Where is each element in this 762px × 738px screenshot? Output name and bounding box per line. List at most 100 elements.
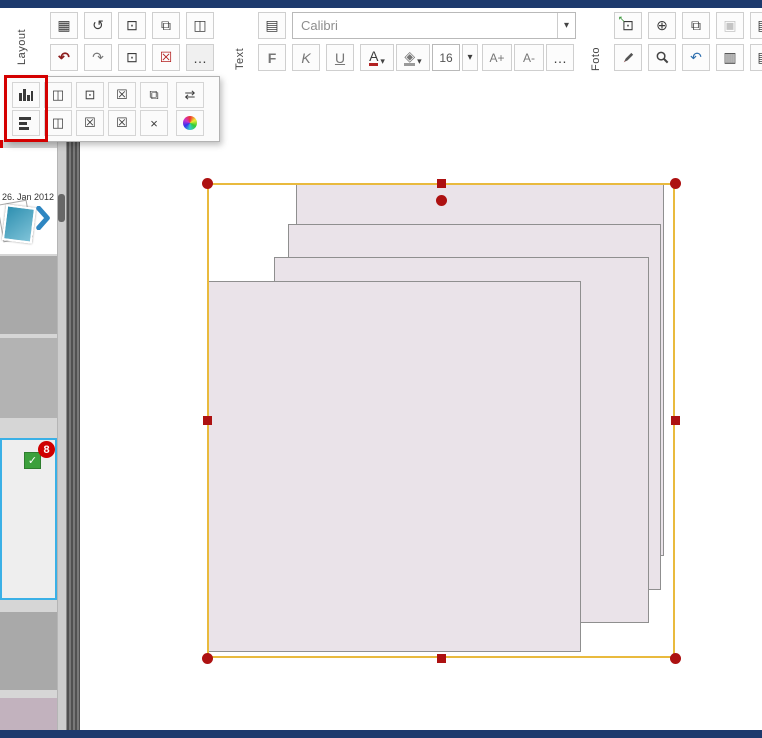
expand-chevron-button[interactable] [30, 200, 56, 236]
delete-boxed-icon: ☒ [116, 115, 128, 131]
grid-button[interactable]: ▦ [50, 12, 78, 39]
duplicate-pages-button[interactable]: ◫ [186, 12, 214, 39]
checkmark-badge: ✓ [24, 452, 41, 469]
photo-grid-icon: ▥ [723, 49, 736, 66]
color-wheel-icon [183, 116, 197, 130]
text-more-button[interactable]: … [546, 44, 574, 71]
page-thumbnail-selected[interactable]: 8 ✓ [0, 438, 57, 600]
bold-button[interactable]: F [258, 44, 286, 71]
sidebar-splitter[interactable] [66, 140, 80, 730]
crop-photo-button[interactable]: ▣ [716, 12, 744, 39]
copy-page-button[interactable]: ⊡ [118, 44, 146, 71]
flyout-insert-page-button[interactable]: ◫ [44, 82, 72, 108]
add-page-button[interactable]: ⧉ [152, 12, 180, 39]
clipped-button[interactable]: ▤ [750, 44, 762, 71]
photo-zoom-button[interactable] [648, 44, 676, 71]
pages-sidebar: 26. Jan 2012 8 ✓ [0, 140, 66, 730]
handle-top-center[interactable] [437, 179, 446, 188]
page-thumbnail[interactable] [0, 256, 57, 334]
titlebar [0, 0, 762, 8]
reset-layout-button[interactable]: ↺ [84, 12, 112, 39]
font-decrease-button[interactable]: A- [514, 44, 544, 71]
italic-button[interactable]: K [292, 44, 320, 71]
clipped-icon: ▤ [757, 17, 762, 34]
chevron-down-icon[interactable]: ▾ [557, 13, 575, 38]
flyout-pages-disabled-button: ⧉ [140, 82, 168, 108]
photo-undo-icon: ↶ [690, 49, 702, 66]
app-window: Layout ▦ ↺ ⊡ ⧉ ◫ ↶ ↷ ⊡ ☒ … Text ▤ Calibr… [0, 0, 762, 738]
more-icon: … [193, 50, 207, 66]
font-size-input[interactable]: 16 [432, 44, 460, 71]
font-increase-button[interactable]: A+ [482, 44, 512, 71]
link-photo-button[interactable]: ⊕ [648, 12, 676, 39]
photo-undo-button[interactable]: ↶ [682, 44, 710, 71]
link-icon: ⊕ [656, 17, 668, 34]
chevron-down-icon: ▾ [417, 56, 422, 70]
italic-label: K [301, 50, 310, 66]
handle-top-left[interactable] [202, 178, 213, 189]
chevron-right-icon [35, 206, 51, 230]
page-insert-icon: ⊡ [126, 17, 138, 34]
rotation-handle[interactable] [436, 195, 447, 206]
page-pair-icon: ⊡ [85, 87, 96, 103]
handle-bottom-right[interactable] [670, 653, 681, 664]
flyout-page-button[interactable]: ◫ [44, 110, 72, 136]
sidebar-scrollbar-thumb[interactable] [58, 194, 65, 222]
fill-color-button[interactable]: ◈ ▾ [396, 44, 430, 71]
layout-more-button[interactable]: … [186, 44, 214, 71]
text-group-label: Text [234, 42, 246, 76]
clipped-button[interactable]: ▤ [750, 12, 762, 39]
row-bars-icon [18, 115, 34, 131]
flyout-delete-boxed-button[interactable]: ☒ [108, 110, 136, 136]
page-copy-icon: ⊡ [126, 49, 138, 66]
export-photo-button[interactable]: ⊡ ↖ [614, 12, 642, 39]
delete-dark-icon: ☒ [116, 87, 128, 103]
undo-circle-icon: ↺ [92, 17, 104, 34]
flyout-page-pair-button[interactable]: ⊡ [76, 82, 104, 108]
copy-style-button[interactable]: ⧉ [682, 12, 710, 39]
font-size-dropdown-button[interactable]: ▾ [462, 44, 478, 71]
crop-icon: ▣ [723, 17, 736, 34]
page-thumbnail[interactable] [0, 698, 57, 730]
page-delete-icon: ☒ [160, 49, 173, 66]
font-color-button[interactable]: A ▾ [360, 44, 394, 71]
font-family-select[interactable]: Calibri ▾ [292, 12, 576, 39]
layout-group-label: Layout [16, 16, 28, 78]
chevron-down-icon: ▾ [467, 52, 472, 63]
undo-button[interactable]: ↶ [50, 44, 78, 71]
pencil-icon [621, 50, 636, 65]
handle-middle-right[interactable] [671, 416, 680, 425]
edit-photo-button[interactable] [614, 44, 642, 71]
font-decrease-label: A- [523, 51, 535, 65]
page-add-icon: ⧉ [161, 17, 171, 34]
handle-bottom-center[interactable] [437, 654, 446, 663]
flyout-delete-red-button[interactable]: ☒ [76, 110, 104, 136]
underline-button[interactable]: U [326, 44, 354, 71]
flyout-delete-dark-button[interactable]: ☒ [108, 82, 136, 108]
template-icon: ▤ [265, 17, 278, 34]
pages-disabled-icon: ⧉ [149, 87, 158, 103]
export-arrow-icon: ↖ [618, 14, 626, 25]
bottombar [0, 730, 762, 738]
page-thumbnail[interactable] [0, 612, 57, 690]
arrange-rows-button[interactable] [12, 110, 40, 136]
handle-bottom-left[interactable] [202, 653, 213, 664]
pages-copy-icon: ◫ [193, 17, 206, 34]
insert-page-button[interactable]: ⊡ [118, 12, 146, 39]
handle-top-right[interactable] [670, 178, 681, 189]
clipped-icon: ▤ [757, 49, 762, 66]
photo-placeholder[interactable] [208, 281, 581, 652]
flyout-color-button[interactable] [176, 110, 204, 136]
fill-icon: ◈ [404, 49, 415, 66]
text-template-button[interactable]: ▤ [258, 12, 286, 39]
flyout-move-pages-button[interactable]: ⇄ [176, 82, 204, 108]
photo-grid-button[interactable]: ▥ [716, 44, 744, 71]
arrange-columns-button[interactable] [12, 82, 40, 108]
redo-button[interactable]: ↷ [84, 44, 112, 71]
page-thumbnail[interactable] [0, 338, 57, 418]
underline-label: U [335, 50, 345, 66]
delete-red-icon: ☒ [84, 115, 96, 131]
handle-middle-left[interactable] [203, 416, 212, 425]
delete-page-button[interactable]: ☒ [152, 44, 180, 71]
grid-icon: ▦ [57, 17, 70, 34]
